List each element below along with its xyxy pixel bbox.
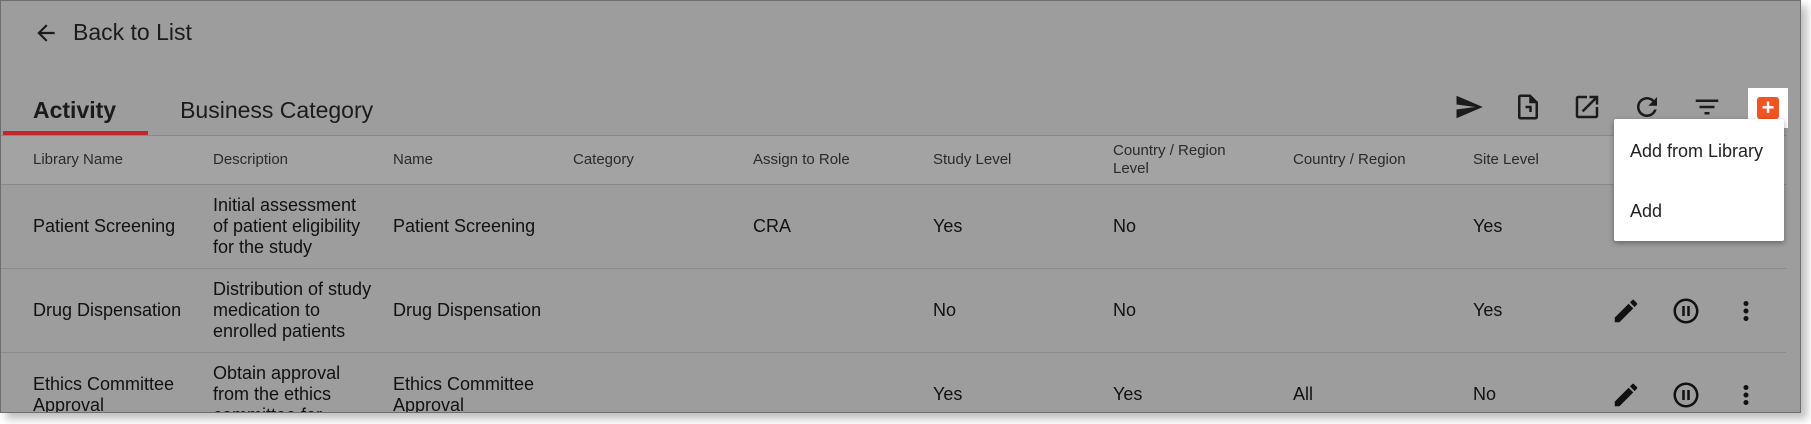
edit-pencil-icon[interactable] [1611, 380, 1641, 410]
cell-site-level: No [1473, 384, 1497, 404]
open-external-button[interactable] [1567, 89, 1607, 125]
cell-country-region-level: No [1113, 216, 1137, 236]
column-header-description[interactable]: Description [213, 136, 288, 184]
column-header-name[interactable]: Name [393, 136, 433, 184]
filter-icon [1695, 99, 1719, 115]
table-row[interactable]: Patient Screening Initial assessment of … [1, 185, 1786, 269]
cell-assign-to-role: CRA [753, 216, 792, 236]
table-row[interactable]: Drug Dispensation Distribution of study … [1, 269, 1786, 353]
tab-business-category[interactable]: Business Category [148, 85, 405, 135]
send-button[interactable] [1449, 89, 1489, 125]
cell-study-level: No [933, 300, 957, 320]
table-row[interactable]: Ethics Committee Approval Obtain approva… [1, 353, 1786, 413]
table-header: Library Name Description Name Category A… [1, 135, 1786, 185]
cell-description: Distribution of study medication to enro… [213, 279, 372, 341]
cell-description: Initial assessment of patient eligibilit… [213, 195, 361, 257]
export-file-button[interactable] [1508, 89, 1548, 125]
cell-name: Patient Screening [393, 216, 536, 236]
cell-country-region-level: Yes [1113, 384, 1143, 404]
pause-circle-icon[interactable] [1671, 380, 1701, 410]
cell-study-level: Yes [933, 216, 963, 236]
more-vertical-icon[interactable] [1731, 296, 1761, 326]
cell-site-level: Yes [1473, 216, 1503, 236]
cell-description: Obtain approval from the ethics committe… [213, 363, 341, 412]
cell-site-level: Yes [1473, 300, 1503, 320]
column-header-assign-to-role[interactable]: Assign to Role [753, 136, 850, 184]
menu-item-add[interactable]: Add [1630, 201, 1662, 222]
edit-pencil-icon[interactable] [1611, 296, 1641, 326]
add-button[interactable]: + [1757, 97, 1779, 119]
menu-item-add-from-library[interactable]: Add from Library [1630, 141, 1763, 162]
add-dropdown-menu: Add from Library Add [1614, 119, 1784, 241]
cell-library-name: Drug Dispensation [33, 300, 182, 320]
export-file-icon [1518, 94, 1538, 120]
cell-country-region-level: No [1113, 300, 1137, 320]
column-header-study-level[interactable]: Study Level [933, 136, 1011, 184]
row-actions [1611, 269, 1761, 352]
open-external-icon [1575, 95, 1599, 119]
column-header-category[interactable]: Category [573, 136, 634, 184]
back-to-list-label: Back to List [73, 19, 192, 45]
column-header-country-region[interactable]: Country / Region [1293, 136, 1406, 184]
column-header-country-region-level[interactable]: Country / Region Level [1113, 136, 1243, 184]
activity-table: Library Name Description Name Category A… [1, 135, 1786, 413]
column-header-site-level[interactable]: Site Level [1473, 136, 1539, 184]
send-icon [1456, 95, 1483, 119]
tab-activity[interactable]: Activity [1, 85, 149, 135]
cell-country-region: All [1293, 384, 1314, 404]
pause-circle-icon[interactable] [1671, 296, 1701, 326]
refresh-icon [1637, 97, 1657, 117]
back-to-list-link[interactable]: Back to List [33, 19, 192, 46]
more-vertical-icon[interactable] [1731, 380, 1761, 410]
arrow-back-icon [37, 23, 55, 42]
cell-library-name: Ethics Committee Approval [33, 373, 175, 413]
row-actions [1611, 353, 1761, 412]
cell-library-name: Patient Screening [33, 216, 176, 236]
add-icon: + [1761, 95, 1775, 120]
app-window: Back to List Activity Business Category … [0, 0, 1801, 413]
cell-study-level: Yes [933, 384, 963, 404]
tab-bar: Activity Business Category [1, 85, 405, 135]
column-header-library-name[interactable]: Library Name [33, 136, 123, 184]
cell-name: Drug Dispensation [393, 300, 542, 320]
cell-name: Ethics Committee Approval [393, 373, 535, 413]
